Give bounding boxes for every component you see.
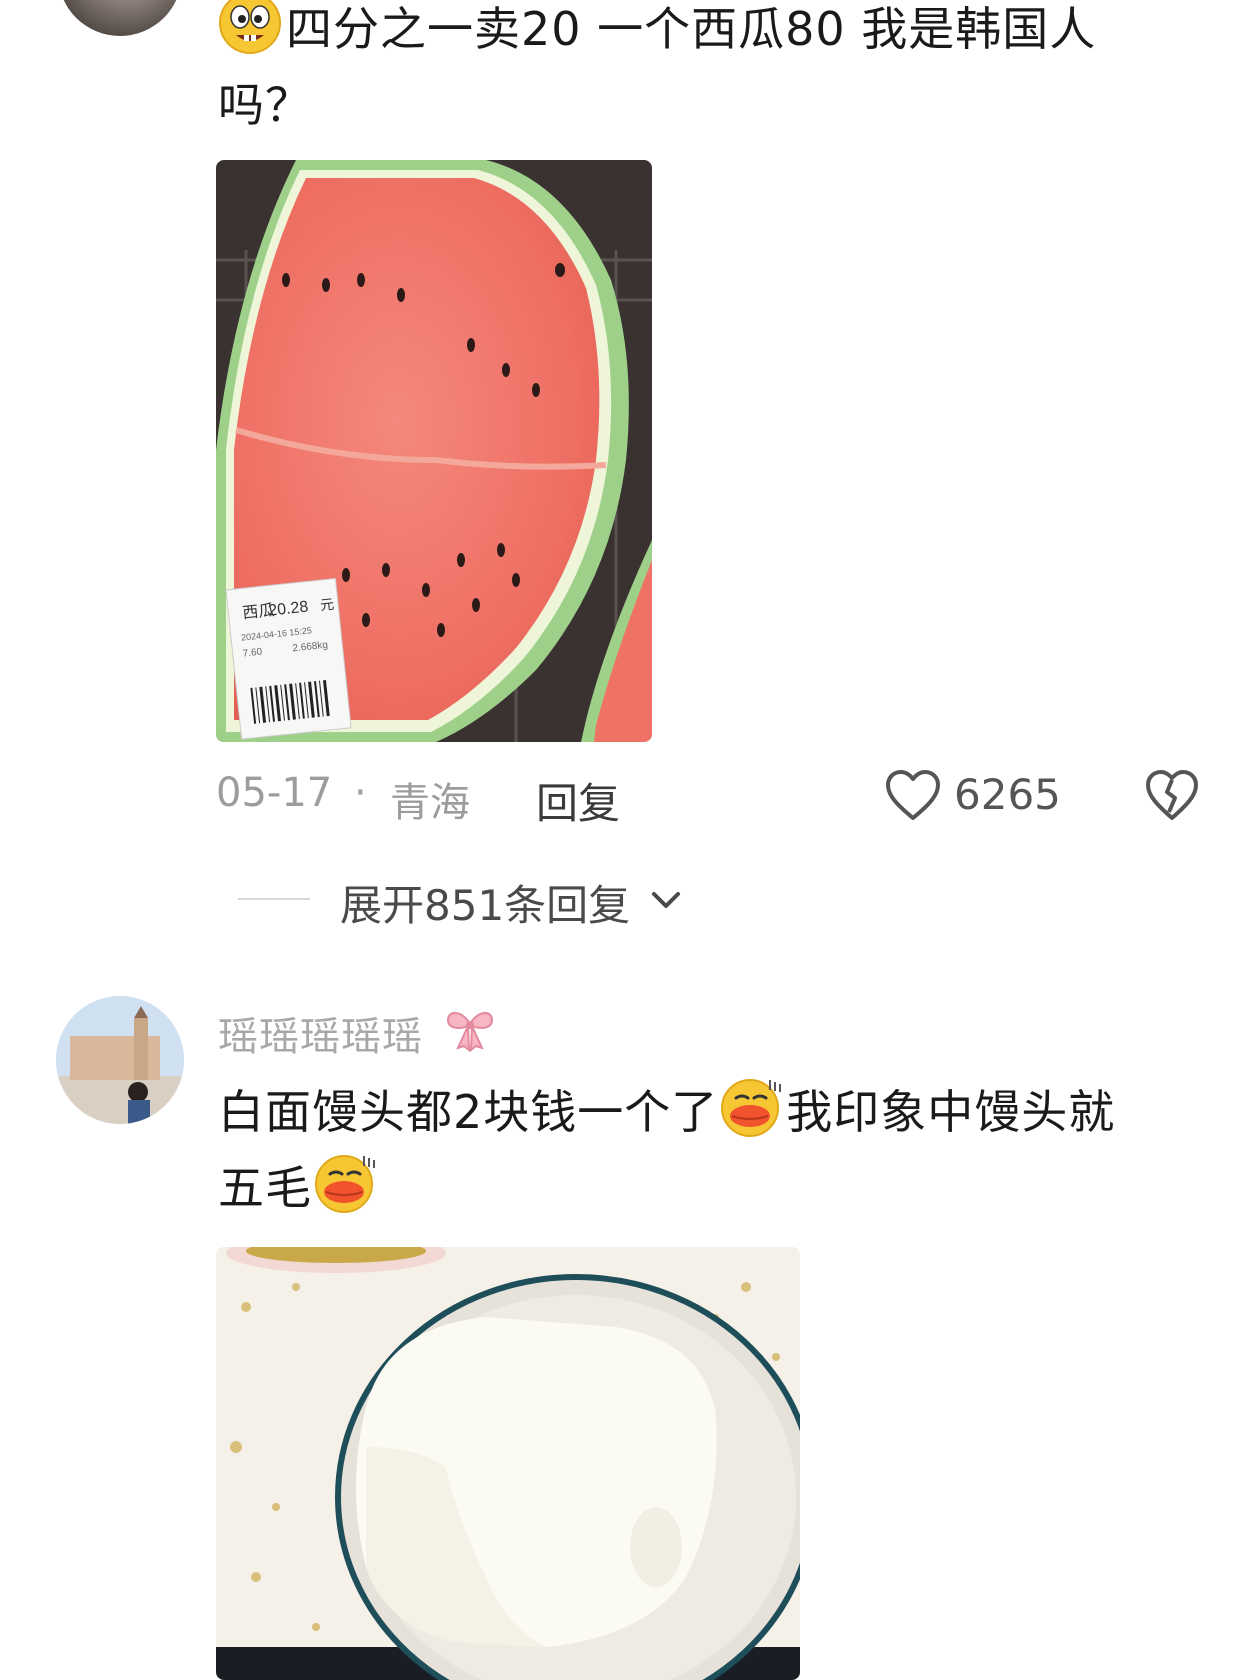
duck-face-emoji-icon [721, 1079, 782, 1137]
like-count: 6265 [954, 770, 1061, 819]
watermelon-image: 西瓜 20.28 元 2024-04-16 15:25 7.60 2.668kg [216, 160, 652, 742]
watermelon-photo[interactable]: 西瓜 20.28 元 2024-04-16 15:25 7.60 2.668kg [216, 160, 652, 742]
comment-part1: 白面馒头都2块钱一个了 [218, 1085, 719, 1139]
ribbon-bow-icon [446, 1012, 494, 1052]
commenter-username[interactable]: 瑶瑶瑶瑶瑶 [218, 1004, 423, 1062]
duck-face-emoji-icon [315, 1155, 375, 1213]
comment-part3: 五毛 [218, 1161, 312, 1215]
comment-line1: 四分之一卖20 一个西瓜80 我是韩国人 [286, 2, 1097, 56]
comment-text: 白面馒头都2块钱一个了 我印象中馒头就 五毛 [218, 1074, 1218, 1226]
price-label-unit: 元 [319, 596, 335, 613]
chevron-down-icon[interactable] [648, 886, 684, 914]
comment-text: 四分之一卖20 一个西瓜80 我是韩国人 吗？ [218, 0, 1218, 143]
heart-icon[interactable] [884, 768, 942, 822]
steamed-bun-photo[interactable] [216, 1247, 800, 1680]
expand-replies-button[interactable]: 展开851条回复 [340, 872, 630, 933]
grinning-face-emoji-icon [219, 0, 281, 54]
avatar-image [56, 996, 184, 1124]
comment-date: 05-17 [216, 770, 333, 816]
expand-divider [238, 898, 310, 900]
broken-heart-icon[interactable] [1144, 768, 1200, 822]
reply-button[interactable]: 回复 [536, 770, 620, 831]
comment-location: 青海 [390, 780, 470, 826]
comment-part2: 我印象中馒头就 [786, 1085, 1116, 1139]
steamed-bun-image [216, 1247, 800, 1680]
price-label-unit-price: 7.60 [242, 647, 263, 660]
commenter-avatar[interactable] [56, 996, 184, 1124]
comment-line2: 吗？ [218, 78, 312, 132]
commenter-avatar[interactable] [58, 0, 182, 36]
meta-separator: · [354, 770, 367, 816]
